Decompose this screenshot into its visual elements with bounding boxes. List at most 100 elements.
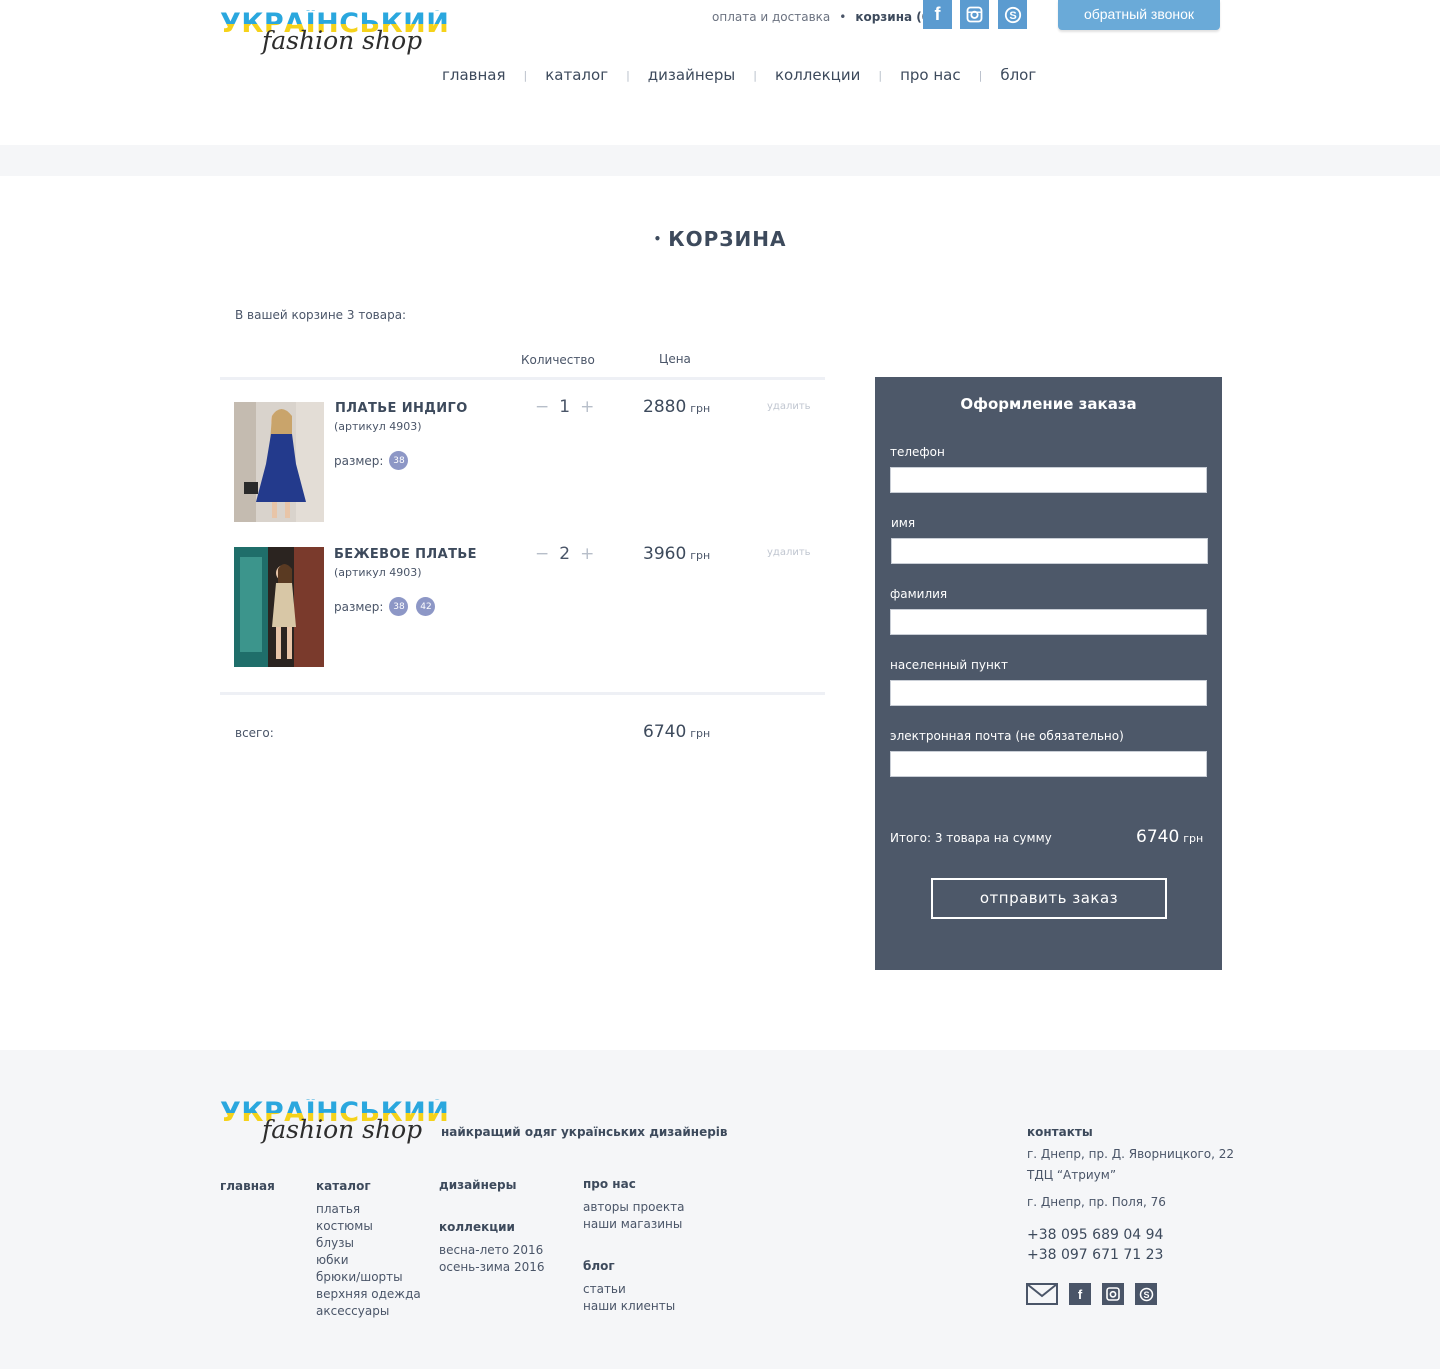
phone-label: телефон (890, 445, 945, 459)
nav-separator: | (626, 68, 630, 82)
nav-item-designers[interactable]: дизайнеры (648, 66, 735, 84)
footer-link[interactable]: аксессуары (316, 1303, 421, 1320)
item-price: 2880 грн (643, 397, 710, 417)
city-input[interactable] (890, 680, 1207, 706)
size-badge[interactable]: 42 (416, 597, 436, 616)
product-image-beige-dress[interactable] (234, 547, 324, 667)
nav-item-collections[interactable]: коллекции (775, 66, 860, 84)
footer-link[interactable]: верхняя одежда (316, 1286, 421, 1303)
footer-link[interactable]: наши магазины (583, 1216, 684, 1233)
delete-item-link[interactable]: удалить (767, 401, 811, 412)
address-line: г. Днепр, пр. Д. Яворницкого, 22 (1027, 1147, 1235, 1161)
price-value: 3960 (643, 544, 687, 564)
footer-link-designers[interactable]: дизайнеры (439, 1178, 516, 1192)
decrease-quantity-button[interactable]: − (535, 397, 549, 417)
skype-icon[interactable]: S (1135, 1283, 1157, 1305)
separator-dot: • (839, 10, 847, 24)
last-name-input[interactable] (890, 609, 1207, 635)
contacts-title: контакты (1027, 1125, 1093, 1139)
footer-catalog-list: платья костюмы блузы юбки брюки/шорты ве… (316, 1201, 421, 1320)
callback-button[interactable]: обратный звонок (1058, 0, 1220, 30)
product-title[interactable]: БЕЖЕВОЕ ПЛАТЬЕ (334, 547, 477, 562)
footer-collections-list: весна-лето 2016 осень-зима 2016 (439, 1242, 545, 1276)
footer-link-catalog[interactable]: каталог (316, 1179, 371, 1193)
contacts-address-1: г. Днепр, пр. Д. Яворницкого, 22 ТДЦ “Ат… (1027, 1144, 1234, 1186)
footer-link[interactable]: костюмы (316, 1218, 421, 1235)
breadcrumb-band (0, 145, 1440, 176)
email-input[interactable] (890, 751, 1207, 777)
product-sku: (артикул 4903) (334, 566, 422, 579)
footer-link[interactable]: статьи (583, 1281, 675, 1298)
column-header-price: Цена (659, 352, 691, 366)
footer-logo[interactable]: УКРАЇНСЬКИЙ fashion shop (220, 1099, 449, 1147)
instagram-icon[interactable] (960, 0, 989, 29)
footer-link-blog[interactable]: блог (583, 1259, 615, 1273)
quantity-value[interactable]: 2 (559, 544, 570, 564)
footer-link-home[interactable]: главная (220, 1179, 275, 1193)
order-summary-text: Итого: 3 товара на сумму (890, 831, 1052, 845)
product-image-indigo-dress[interactable] (234, 402, 324, 522)
quantity-value[interactable]: 1 (559, 397, 570, 417)
decrease-quantity-button[interactable]: − (535, 544, 549, 564)
site-logo[interactable]: УКРАЇНСЬКИЙ fashion shop (220, 10, 449, 58)
nav-item-catalog[interactable]: каталог (545, 66, 608, 84)
submit-order-button[interactable]: отправить заказ (931, 878, 1167, 919)
currency-label: грн (690, 727, 711, 740)
size-label: размер: (334, 599, 384, 614)
quantity-stepper: − 1 + (535, 397, 594, 417)
skype-icon[interactable]: S (998, 0, 1027, 29)
phone-number[interactable]: +38 097 671 71 23 (1027, 1245, 1163, 1265)
footer-link[interactable]: весна-лето 2016 (439, 1242, 545, 1259)
first-name-label: имя (891, 516, 916, 530)
delivery-link[interactable]: оплата и доставка (712, 10, 830, 24)
increase-quantity-button[interactable]: + (580, 544, 594, 564)
size-badge[interactable]: 38 (389, 597, 409, 616)
product-title[interactable]: ПЛАТЬЕ ИНДИГО (335, 401, 468, 416)
product-sizes: размер: 38 42 (334, 597, 436, 616)
increase-quantity-button[interactable]: + (580, 397, 594, 417)
size-badge[interactable]: 38 (389, 451, 409, 470)
nav-item-about[interactable]: про нас (900, 66, 961, 84)
phone-number[interactable]: +38 095 689 04 94 (1027, 1225, 1163, 1245)
summary-value: 6740 (1136, 827, 1180, 847)
footer-blog-list: статьи наши клиенты (583, 1281, 675, 1315)
instagram-icon[interactable] (1102, 1283, 1124, 1305)
top-links: оплата и доставка • корзина (0) (712, 10, 936, 24)
first-name-input[interactable] (891, 538, 1208, 564)
contacts-address-2: г. Днепр, пр. Поля, 76 (1027, 1195, 1166, 1209)
svg-text:S: S (1009, 10, 1016, 22)
footer-link[interactable]: осень-зима 2016 (439, 1259, 545, 1276)
order-form-title: Оформление заказа (960, 395, 1137, 413)
footer-link[interactable]: юбки (316, 1252, 421, 1269)
cart-total: 6740 грн (643, 722, 710, 742)
footer-link[interactable]: наши клиенты (583, 1298, 675, 1315)
column-header-quantity: Количество (521, 353, 595, 367)
footer-link[interactable]: блузы (316, 1235, 421, 1252)
footer-about-list: авторы проекта наши магазины (583, 1199, 684, 1233)
facebook-icon[interactable]: f (923, 0, 952, 29)
table-divider (220, 692, 825, 695)
nav-item-home[interactable]: главная (442, 66, 506, 84)
last-name-label: фамилия (890, 587, 948, 601)
nav-item-blog[interactable]: блог (1000, 66, 1036, 84)
page-title-text: КОРЗИНА (668, 227, 787, 251)
footer-link[interactable]: платья (316, 1201, 421, 1218)
mail-icon[interactable] (1026, 1283, 1058, 1305)
contacts-phones: +38 095 689 04 94 +38 097 671 71 23 (1027, 1225, 1163, 1265)
facebook-icon[interactable]: f (1069, 1283, 1091, 1305)
size-label: размер: (334, 453, 384, 468)
order-summary-total: 6740 грн (1136, 827, 1203, 847)
footer-link-about[interactable]: про нас (583, 1177, 636, 1191)
currency-label: грн (690, 402, 711, 415)
nav-separator: | (753, 68, 757, 82)
footer-link[interactable]: брюки/шорты (316, 1269, 421, 1286)
main-nav: главная | каталог | дизайнеры | коллекци… (442, 63, 1036, 87)
footer-link[interactable]: авторы проекта (583, 1199, 684, 1216)
phone-input[interactable] (890, 467, 1207, 493)
table-divider (220, 377, 825, 380)
svg-text:S: S (1143, 1290, 1149, 1300)
price-value: 2880 (643, 397, 687, 417)
footer-link-collections[interactable]: коллекции (439, 1220, 515, 1234)
currency-label: грн (1183, 832, 1204, 845)
delete-item-link[interactable]: удалить (767, 547, 811, 558)
